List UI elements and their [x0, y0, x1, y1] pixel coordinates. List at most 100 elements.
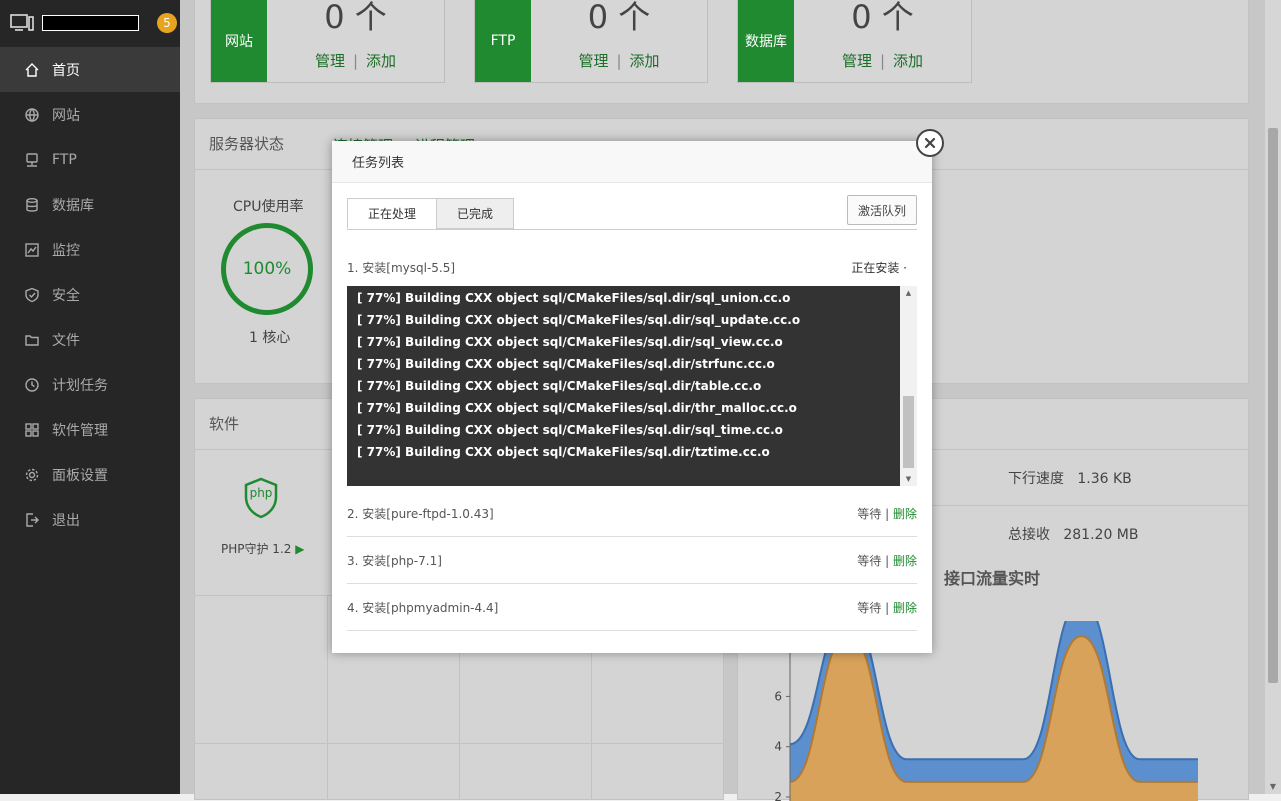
scroll-down-arrow-icon[interactable]: ▼ [900, 472, 917, 486]
total-received: 总接收 281.20 MB [1008, 524, 1138, 544]
cpu-gauge: 100% [221, 223, 313, 315]
task-status: 正在安装 · [851, 260, 907, 275]
queued-task: 4. 安装[phpmyadmin-4.4] 等待 | 删除 [347, 584, 917, 631]
sidebar-item-database[interactable]: 数据库 [0, 182, 180, 227]
task-name: 3. 安装[php-7.1] [347, 553, 442, 568]
y-tick-label: 2 [774, 790, 782, 801]
scroll-down-arrow-icon[interactable]: ▼ [1265, 778, 1281, 794]
ftp-icon [24, 152, 40, 168]
log-line: [ 77%] Building CXX object sql/CMakeFile… [357, 291, 791, 305]
y-tick-label: 4 [774, 740, 782, 754]
stat-count: 0 个 [324, 0, 387, 36]
add-link[interactable]: 添加 [366, 52, 396, 70]
log-line: [ 77%] Building CXX object sql/CMakeFile… [357, 401, 797, 415]
stat-links: 管理 | 添加 [314, 52, 397, 70]
overview-panel: 网站 0 个 管理 | 添加 FTP 0 个 管理 | 添加 数据库 0 个 管理 | 添加 [194, 0, 1249, 104]
php-icon-text: php [249, 486, 273, 500]
panel-title: 服务器状态 [209, 135, 285, 153]
grid-icon [24, 422, 40, 438]
play-icon[interactable]: ▶ [295, 542, 304, 556]
activate-queue-button[interactable]: 激活队列 [847, 195, 917, 225]
manage-link[interactable]: 管理 [578, 52, 608, 70]
delete-task-link[interactable]: 删除 [893, 554, 917, 568]
task-actions: 等待 | 删除 [857, 553, 917, 568]
close-dialog-button[interactable] [916, 129, 944, 157]
panel-title: 软件 [209, 415, 240, 433]
stat-links: 管理 | 添加 [578, 52, 660, 70]
server-name-redacted [42, 15, 139, 31]
queued-task: 2. 安装[pure-ftpd-1.0.43] 等待 | 删除 [347, 490, 917, 537]
down-speed: 下行速度 1.36 KB [1008, 468, 1132, 488]
task-wait-status: 等待 [857, 506, 882, 521]
stat-count: 0 个 [587, 0, 651, 36]
task-wait-status: 等待 [857, 600, 882, 615]
sidebar-item-home[interactable]: 首页 [0, 47, 180, 92]
sidebar-header: 5 [0, 0, 180, 46]
log-scrollbar[interactable]: ▲ ▼ [900, 286, 917, 486]
sidebar: 5 首页 网站 FTP 数据库 监控 安全 文件 计划任务 软件管理 面板设置 [0, 0, 180, 794]
sidebar-item-security[interactable]: 安全 [0, 272, 180, 317]
sidebar-item-label: 首页 [52, 62, 80, 79]
log-line: [ 77%] Building CXX object sql/CMakeFile… [357, 313, 801, 327]
sidebar-item-label: 监控 [52, 242, 80, 259]
add-link[interactable]: 添加 [893, 52, 923, 70]
dialog-title: 任务列表 [352, 156, 405, 171]
sidebar-item-label: 网站 [52, 107, 80, 124]
monitor-icon [24, 242, 40, 258]
scroll-up-arrow-icon[interactable]: ▲ [900, 286, 917, 300]
sidebar-item-label: 数据库 [52, 197, 94, 214]
sidebar-item-files[interactable]: 文件 [0, 317, 180, 362]
log-scrollbar-thumb[interactable] [903, 396, 914, 468]
stat-ftp: FTP 0 个 管理 | 添加 [474, 0, 708, 83]
task-actions: 等待 | 删除 [857, 506, 917, 521]
sidebar-item-software[interactable]: 软件管理 [0, 407, 180, 452]
server-monitor-icon [10, 14, 34, 31]
notification-badge[interactable]: 5 [157, 13, 177, 33]
tab-label: 已完成 [456, 207, 493, 221]
sidebar-item-website[interactable]: 网站 [0, 92, 180, 137]
delete-task-link[interactable]: 删除 [893, 601, 917, 615]
log-line: [ 77%] Building CXX object sql/CMakeFile… [357, 357, 775, 371]
sidebar-item-label: 软件管理 [52, 422, 108, 439]
sidebar-item-label: FTP [52, 151, 77, 168]
globe-icon [24, 107, 40, 123]
current-task: 1. 安装[mysql-5.5] 正在安装 · [347, 255, 917, 279]
folder-icon [24, 332, 40, 348]
sidebar-item-settings[interactable]: 面板设置 [0, 452, 180, 497]
tab-done[interactable]: 已完成 [436, 198, 514, 229]
queued-task: 3. 安装[php-7.1] 等待 | 删除 [347, 537, 917, 584]
down-speed-value: 1.36 KB [1077, 471, 1132, 487]
stat-links: 管理 | 添加 [841, 52, 924, 70]
y-tick-label: 6 [774, 689, 782, 703]
php-guard-label: PHP守护 1.2 [221, 542, 292, 556]
stat-website: 网站 0 个 管理 | 添加 [210, 0, 445, 83]
php-guard-item[interactable]: PHP守护 1.2 ▶ [221, 540, 304, 557]
logout-icon [24, 512, 40, 528]
dialog-header: 任务列表 [332, 141, 932, 183]
sidebar-item-monitor[interactable]: 监控 [0, 227, 180, 272]
manage-link[interactable]: 管理 [315, 52, 345, 70]
task-name: 2. 安装[pure-ftpd-1.0.43] [347, 506, 494, 521]
sidebar-item-ftp[interactable]: FTP [0, 137, 180, 182]
sidebar-item-label: 文件 [52, 332, 80, 349]
install-log[interactable]: [ 77%] Building CXX object sql/CMakeFile… [347, 286, 900, 486]
sidebar-item-label: 退出 [52, 512, 80, 529]
total-received-value: 281.20 MB [1063, 527, 1139, 543]
gear-icon [24, 467, 40, 483]
add-link[interactable]: 添加 [630, 52, 660, 70]
page-scrollbar[interactable]: ▼ [1265, 0, 1281, 794]
scrollbar-thumb[interactable] [1268, 128, 1278, 683]
task-name: 4. 安装[phpmyadmin-4.4] [347, 600, 499, 615]
sidebar-item-label: 计划任务 [52, 377, 108, 394]
close-icon [924, 137, 936, 149]
tab-processing[interactable]: 正在处理 [347, 198, 437, 229]
stat-tag: 数据库 [738, 0, 794, 82]
stat-count: 0 个 [851, 0, 914, 36]
log-line: [ 77%] Building CXX object sql/CMakeFile… [357, 423, 783, 437]
stat-database: 数据库 0 个 管理 | 添加 [737, 0, 972, 83]
sidebar-item-logout[interactable]: 退出 [0, 497, 180, 542]
chart-title: 接口流量实时 [944, 569, 1041, 588]
sidebar-item-cron[interactable]: 计划任务 [0, 362, 180, 407]
delete-task-link[interactable]: 删除 [893, 507, 917, 521]
manage-link[interactable]: 管理 [842, 52, 872, 70]
